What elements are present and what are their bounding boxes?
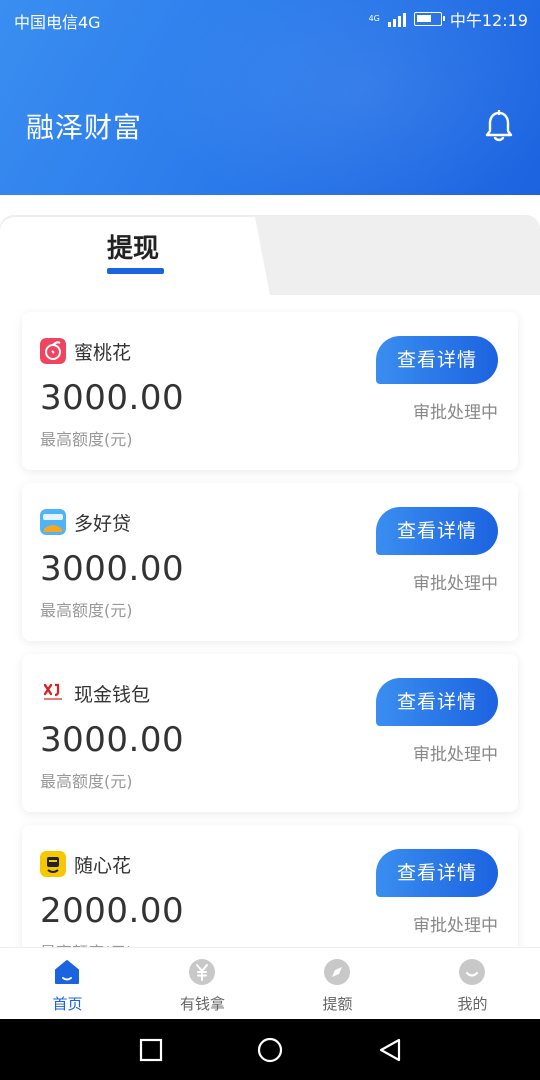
recent-apps-icon[interactable] (137, 1036, 165, 1064)
nav-label-profile: 我的 (457, 995, 488, 1013)
loan-status: 审批处理中 (413, 403, 498, 423)
loan-name: 随心花 (74, 855, 132, 877)
nav-label-earn: 有钱拿 (179, 995, 225, 1013)
home-icon (55, 960, 79, 984)
loan-status: 审批处理中 (413, 574, 498, 594)
status-bar: 中国电信4G 4G 中午12:19 (0, 0, 540, 38)
loan-name: 现金钱包 (74, 684, 151, 706)
loan-amount: 3000.00 (40, 720, 185, 760)
clock: 中午12:19 (449, 11, 528, 30)
tab-active-indicator (107, 268, 164, 274)
loan-amount-label: 最高额度(元) (40, 939, 133, 947)
smile-icon (459, 959, 485, 985)
nav-item-increase-limit[interactable]: 提额 (270, 948, 405, 1020)
signal-icon (387, 11, 406, 27)
yen-coin-icon (189, 959, 215, 985)
loan-name: 多好贷 (74, 513, 132, 535)
nav-item-home[interactable]: 首页 (0, 948, 135, 1020)
loan-status: 审批处理中 (413, 916, 498, 936)
view-details-button[interactable]: 查看详情 (376, 849, 498, 897)
loan-card[interactable]: 多好贷 3000.00 最高额度(元) 查看详情 审批处理中 (22, 483, 518, 641)
nav-item-profile[interactable]: 我的 (405, 948, 540, 1020)
back-triangle-icon[interactable] (376, 1036, 404, 1064)
bell-icon[interactable] (484, 110, 514, 144)
loan-amount-label: 最高额度(元) (40, 772, 133, 791)
status-indicators: 4G 中午12:19 (369, 7, 528, 31)
bottom-nav: 首页 有钱拿 提额 我的 (0, 947, 540, 1019)
battery-icon (413, 12, 445, 26)
loan-card[interactable]: 蜜桃花 3000.00 最高额度(元) 查看详情 审批处理中 (22, 312, 518, 470)
tab-withdraw-label[interactable]: 提现 (107, 228, 159, 265)
loan-amount: 3000.00 (40, 378, 185, 418)
cash-wallet-logo-icon (40, 680, 66, 706)
tab-bar: 提现 (0, 195, 540, 295)
loan-name: 蜜桃花 (74, 342, 132, 364)
nav-label-home: 首页 (52, 995, 83, 1013)
carrier-label: 中国电信4G (14, 13, 101, 32)
system-nav-bar (0, 1019, 540, 1080)
compass-icon (324, 959, 350, 985)
header: 中国电信4G 4G 中午12:19 融泽财富 (0, 0, 540, 195)
nav-label-increase-limit: 提额 (322, 995, 353, 1013)
loan-amount: 3000.00 (40, 549, 185, 589)
home-circle-icon[interactable] (256, 1036, 284, 1064)
suixinhua-logo-icon (40, 851, 66, 877)
loan-card[interactable]: 现金钱包 3000.00 最高额度(元) 查看详情 审批处理中 (22, 654, 518, 812)
loan-status: 审批处理中 (413, 745, 498, 765)
view-details-button[interactable]: 查看详情 (376, 336, 498, 384)
app-title: 融泽财富 (26, 111, 143, 144)
loan-list[interactable]: 蜜桃花 3000.00 最高额度(元) 查看详情 审批处理中 多好贷 3000.… (0, 295, 540, 947)
loan-amount-label: 最高额度(元) (40, 601, 133, 620)
peach-logo-icon (40, 338, 66, 364)
view-details-button[interactable]: 查看详情 (376, 507, 498, 555)
loan-amount: 2000.00 (40, 891, 185, 931)
network-type-label: 4G (368, 14, 380, 23)
nav-item-earn[interactable]: 有钱拿 (135, 948, 270, 1020)
view-details-button[interactable]: 查看详情 (376, 678, 498, 726)
duohaodai-logo-icon (40, 509, 66, 535)
loan-amount-label: 最高额度(元) (40, 430, 133, 449)
loan-card[interactable]: 随心花 2000.00 最高额度(元) 查看详情 审批处理中 (22, 825, 518, 947)
